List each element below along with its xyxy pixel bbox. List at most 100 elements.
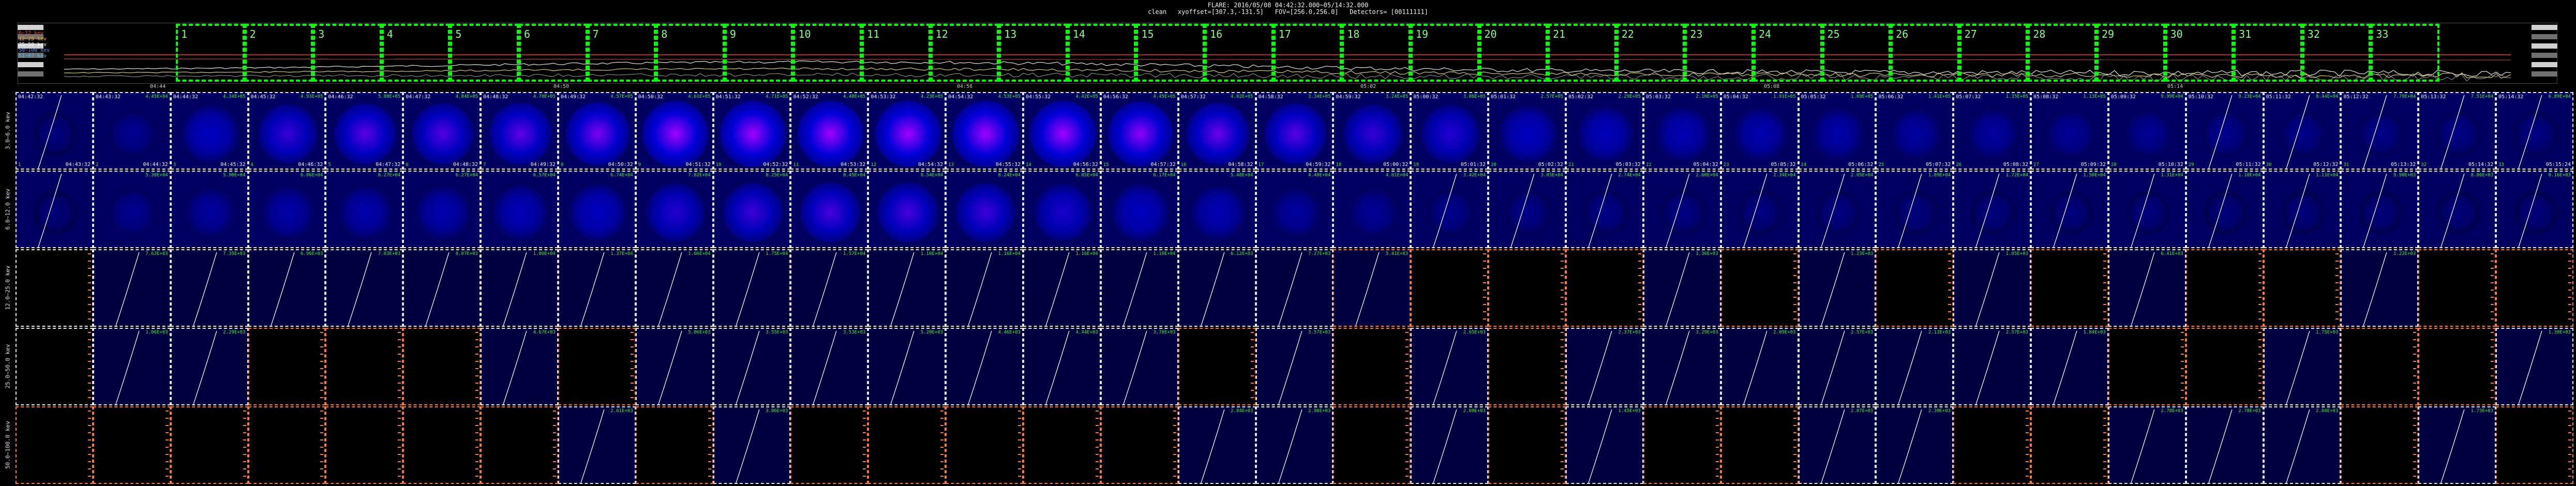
image-cell[interactable]: 05:00:32 05:01:32 19 3.06E+05 xyxy=(1411,92,1489,170)
image-cell[interactable]: 2.04E+03 xyxy=(2263,406,2341,484)
image-cell[interactable]: 1.22E+03 xyxy=(2341,249,2419,327)
image-cell[interactable]: 7.27E+03 xyxy=(1255,249,1334,327)
image-cell[interactable] xyxy=(1100,406,1178,484)
segment-box[interactable]: 9 xyxy=(724,24,793,82)
image-cell[interactable]: 3.53E+03 xyxy=(790,328,868,405)
image-cell[interactable]: 1.73E+03 xyxy=(2418,406,2496,484)
image-cell[interactable]: 05:10:32 05:11:32 29 9.23E+04 xyxy=(2185,92,2264,170)
image-cell[interactable]: 7.35E+03 xyxy=(170,249,248,327)
segment-box[interactable]: 23 xyxy=(1685,24,1754,82)
image-cell[interactable]: 1.75E+04 xyxy=(713,249,791,327)
image-cell[interactable]: 6.17E+04 xyxy=(1100,171,1178,248)
image-cell[interactable]: 2.84E+03 xyxy=(1178,406,1256,484)
image-cell[interactable]: 1.66E+04 xyxy=(635,249,713,327)
image-cell[interactable]: 04:51:32 04:52:32 10 4.71E+05 xyxy=(713,92,791,170)
image-cell[interactable]: 6.27E+04 xyxy=(325,171,403,248)
segment-box[interactable]: 19 xyxy=(1410,24,1479,82)
image-cell[interactable]: 04:57:32 04:58:32 16 4.02E+05 xyxy=(1178,92,1256,170)
image-cell[interactable]: 05:11:32 05:12:32 30 8.44E+04 xyxy=(2263,92,2341,170)
segment-box[interactable]: 27 xyxy=(1959,24,2028,82)
image-cell[interactable]: 1.84E+03 xyxy=(2031,328,2108,405)
image-cell[interactable] xyxy=(93,406,171,484)
image-cell[interactable]: 6.57E+04 xyxy=(481,171,558,248)
image-cell[interactable]: 04:46:32 04:47:32 5 5.00E+05 xyxy=(325,92,403,170)
image-cell[interactable]: 6.96E+03 xyxy=(248,249,326,327)
image-cell[interactable]: 4.67E+03 xyxy=(481,328,558,405)
image-cell[interactable]: 7.63E+03 xyxy=(93,249,171,327)
segment-box[interactable]: 18 xyxy=(1342,24,1411,82)
image-cell[interactable]: 5.20E+03 xyxy=(868,328,946,405)
segment-box[interactable]: 17 xyxy=(1273,24,1342,82)
image-cell[interactable] xyxy=(325,328,403,405)
image-cell[interactable]: 05:13:32 05:14:32 32 7.51E+04 xyxy=(2418,92,2496,170)
image-cell[interactable] xyxy=(1488,249,1566,327)
image-cell[interactable]: 04:54:32 04:55:32 13 4.53E+05 xyxy=(946,92,1024,170)
image-cell[interactable] xyxy=(558,328,636,405)
image-cell[interactable]: 2.09E+03 xyxy=(1720,328,1799,405)
image-cell[interactable] xyxy=(16,328,93,405)
image-cell[interactable]: 2.57E+03 xyxy=(1798,328,1876,405)
image-cell[interactable] xyxy=(2418,328,2496,405)
image-cell[interactable] xyxy=(2263,249,2341,327)
image-cell[interactable]: 2.60E+04 xyxy=(1643,171,1721,248)
segment-box[interactable]: 11 xyxy=(862,24,931,82)
image-cell[interactable]: 1.06E+04 xyxy=(481,249,558,327)
image-cell[interactable]: 05:06:32 05:07:32 25 1.41E+05 xyxy=(1876,92,1954,170)
image-cell[interactable]: 2.78E+03 xyxy=(2185,406,2264,484)
image-cell[interactable]: 4.40E+04 xyxy=(1255,171,1334,248)
image-cell[interactable]: 05:08:32 05:09:32 27 1.13E+05 xyxy=(2031,92,2108,170)
image-cell[interactable]: 2.78E+03 xyxy=(2108,406,2186,484)
image-cell[interactable] xyxy=(403,328,481,405)
image-cell[interactable] xyxy=(248,406,326,484)
segment-box[interactable]: 30 xyxy=(2165,24,2234,82)
image-cell[interactable] xyxy=(16,406,93,484)
image-cell[interactable]: 6.12E+03 xyxy=(1178,249,1256,327)
image-cell[interactable]: 8.24E+04 xyxy=(946,171,1024,248)
image-cell[interactable]: 3.42E+04 xyxy=(1411,171,1489,248)
image-cell[interactable]: 8.86E+03 xyxy=(2418,171,2496,248)
image-cell[interactable]: 8.45E+04 xyxy=(790,171,868,248)
image-cell[interactable]: 9.90E+03 xyxy=(2341,171,2419,248)
image-cell[interactable]: 5.90E+04 xyxy=(170,171,248,248)
image-cell[interactable] xyxy=(325,406,403,484)
image-cell[interactable] xyxy=(1333,328,1411,405)
image-cell[interactable]: 3.78E+03 xyxy=(1100,328,1178,405)
image-cell[interactable] xyxy=(1565,249,1643,327)
image-cell[interactable]: 3.57E+03 xyxy=(1255,328,1334,405)
image-cell[interactable] xyxy=(1023,406,1101,484)
segment-box[interactable]: 28 xyxy=(2028,24,2096,82)
image-cell[interactable]: 3.05E+04 xyxy=(1488,171,1566,248)
image-cell[interactable]: 1.31E+04 xyxy=(2108,171,2186,248)
segment-box[interactable]: 16 xyxy=(1205,24,1274,82)
image-cell[interactable]: 05:02:32 05:03:32 21 2.29E+05 xyxy=(1565,92,1643,170)
image-cell[interactable]: 2.30E+03 xyxy=(1876,406,1954,484)
segment-box[interactable]: 10 xyxy=(793,24,862,82)
image-cell[interactable] xyxy=(2341,328,2419,405)
image-cell[interactable]: 8.16E+03 xyxy=(2496,171,2573,248)
image-cell[interactable] xyxy=(1411,249,1489,327)
image-cell[interactable]: 1.18E+04 xyxy=(2185,171,2264,248)
image-cell[interactable]: 04:56:32 04:57:32 15 4.45E+05 xyxy=(1100,92,1178,170)
segment-box[interactable]: 32 xyxy=(2302,24,2371,82)
image-cell[interactable]: 1.16E+04 xyxy=(946,249,1024,327)
image-cell[interactable]: 1.05E+03 xyxy=(1953,249,2031,327)
image-cell[interactable] xyxy=(16,171,93,248)
image-cell[interactable] xyxy=(1720,406,1799,484)
image-cell[interactable] xyxy=(1876,249,1954,327)
image-cell[interactable]: 8.25E+04 xyxy=(713,171,791,248)
image-cell[interactable]: 2.05E+04 xyxy=(1798,171,1876,248)
image-cell[interactable] xyxy=(1953,406,2031,484)
image-cell[interactable]: 05:12:32 05:13:32 31 7.79E+04 xyxy=(2341,92,2419,170)
image-cell[interactable]: 05:04:32 05:05:32 23 1.91E+05 xyxy=(1720,92,1799,170)
image-cell[interactable]: 05:14:32 05:15:24 33 6.89E+04 xyxy=(2496,92,2573,170)
image-cell[interactable]: 5.30E+04 xyxy=(93,171,171,248)
image-cell[interactable]: 1.06E+03 xyxy=(93,328,171,405)
segment-box[interactable]: 22 xyxy=(1616,24,1685,82)
image-cell[interactable]: 6.74E+04 xyxy=(558,171,636,248)
image-cell[interactable]: 04:53:32 04:54:32 12 4.23E+05 xyxy=(868,92,946,170)
image-cell[interactable]: 04:44:32 04:45:32 3 4.34E+05 xyxy=(170,92,248,170)
image-cell[interactable]: 4.44E+03 xyxy=(1023,328,1101,405)
image-cell[interactable] xyxy=(1488,406,1566,484)
segment-box[interactable]: 3 xyxy=(313,24,382,82)
image-cell[interactable]: 5.41E+03 xyxy=(1333,249,1411,327)
